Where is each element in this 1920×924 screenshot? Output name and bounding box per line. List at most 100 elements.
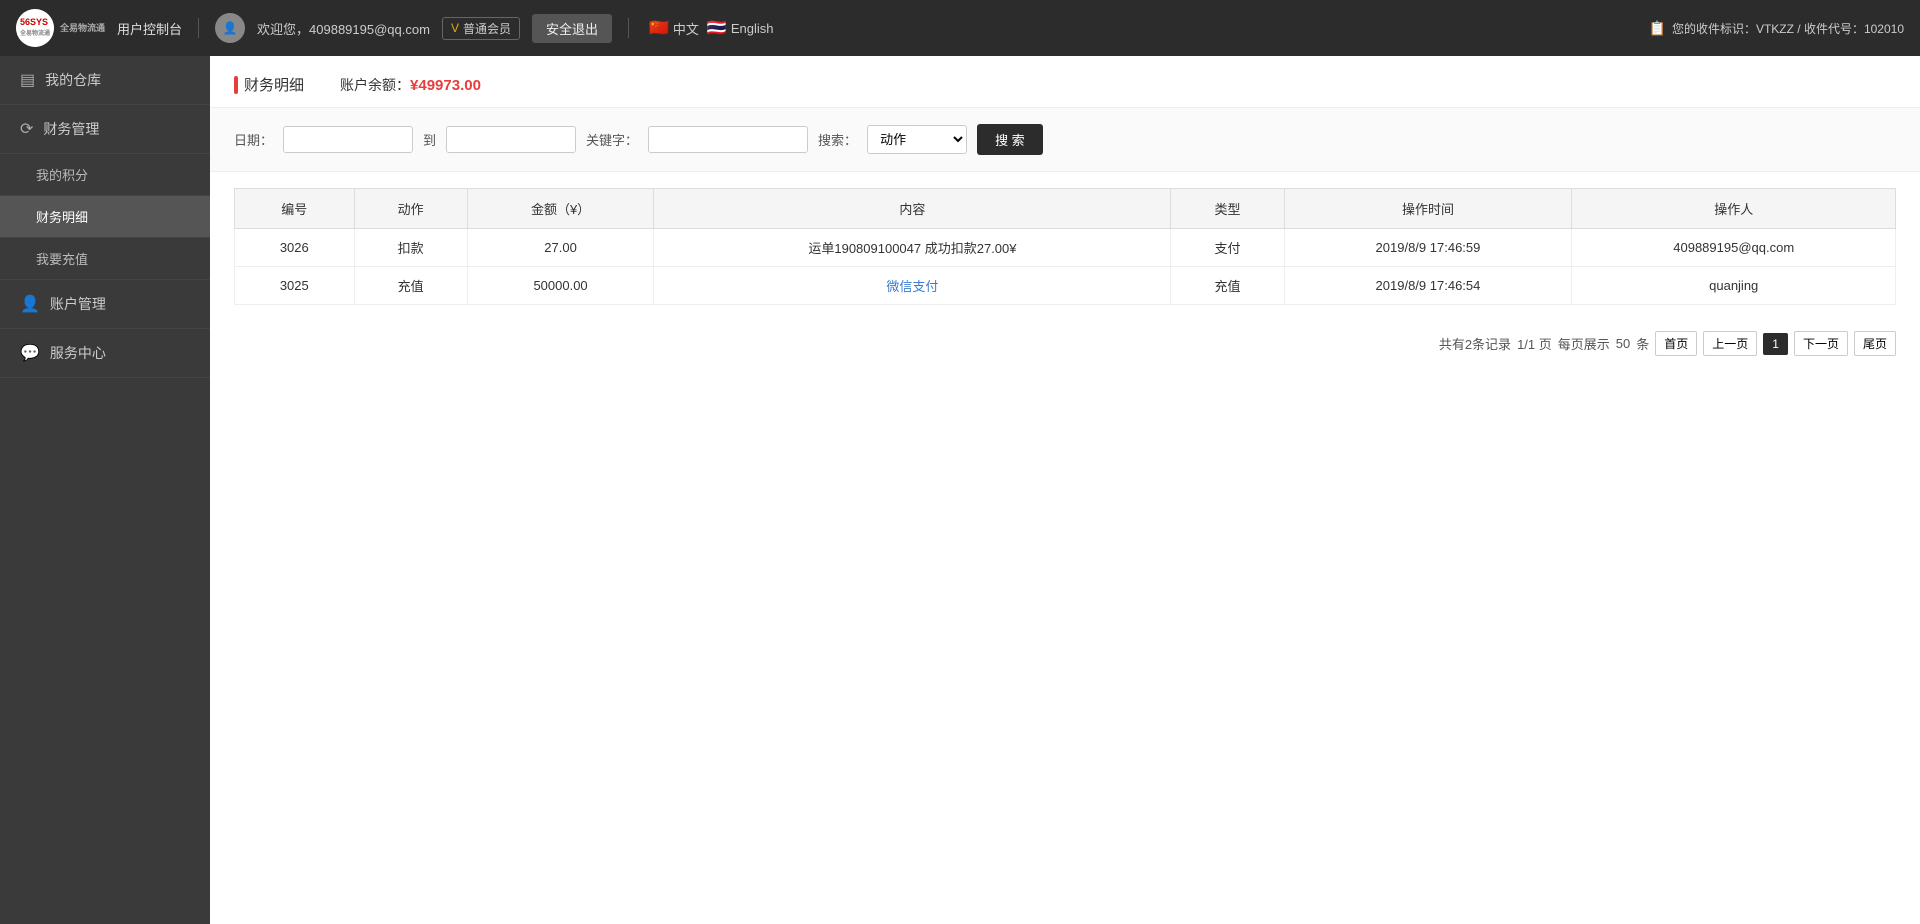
table-row: 3026扣款27.00运单190809100047 成功扣款27.00¥支付20… [235,229,1896,267]
col-operator: 操作人 [1572,189,1896,229]
cell-type: 支付 [1171,229,1284,267]
sidebar-item-warehouse[interactable]: ▤ 我的仓库 [0,56,210,105]
sidebar-finance-label: 财务管理 [43,119,99,139]
current-page-button[interactable]: 1 [1763,333,1788,355]
total-records: 共有2条记录 [1439,334,1511,353]
svg-text:全易物流通: 全易物流通 [19,29,50,37]
sidebar-item-finance-detail[interactable]: 财务明细 [0,196,210,238]
col-content: 内容 [654,189,1171,229]
layout: ▤ 我的仓库 ⟳ 财务管理 我的积分 财务明细 我要充值 👤 账户管理 💬 服务… [0,56,1920,924]
control-label: 用户控制台 [117,19,182,38]
sidebar-service-label: 服务中心 [50,343,106,363]
cell-amount: 27.00 [467,229,654,267]
finance-table: 编号 动作 金额（¥） 内容 类型 操作时间 操作人 3026扣款27.00运单… [234,188,1896,305]
prev-page-button[interactable]: 上一页 [1703,331,1757,356]
col-type: 类型 [1171,189,1284,229]
cell-time: 2019/8/9 17:46:54 [1284,267,1572,305]
identifier-icon: 📋 [1649,20,1666,37]
col-amount: 金额（¥） [467,189,654,229]
date-from-input[interactable] [283,126,413,153]
sidebar-recharge-label: 我要充值 [36,249,88,268]
next-page-button[interactable]: 下一页 [1794,331,1848,356]
logo-tagline: 全易物流通 [60,23,105,34]
divider-1 [198,18,199,38]
per-page-value: 50 [1616,336,1630,351]
logout-button[interactable]: 安全退出 [532,14,612,43]
page-title: 财务明细 [244,74,304,95]
cell-action: 扣款 [354,229,467,267]
cell-id: 3025 [235,267,355,305]
table-row: 3025充值50000.00微信支付充值2019/8/9 17:46:54qua… [235,267,1896,305]
search-bar: 日期： 到 关键字： 搜索： 动作 充值 支付 搜 索 [210,108,1920,172]
account-balance: 账户余额：¥49973.00 [340,75,481,95]
col-action: 动作 [354,189,467,229]
cell-content: 运单190809100047 成功扣款27.00¥ [654,229,1171,267]
search-category-label: 搜索： [818,130,857,149]
logo-icon: 56SYS 全易物流通 [16,9,54,47]
sidebar-item-service[interactable]: 💬 服务中心 [0,329,210,378]
vip-icon: V [451,21,459,35]
table-container: 编号 动作 金额（¥） 内容 类型 操作时间 操作人 3026扣款27.00运单… [210,172,1920,321]
per-page-label: 每页展示 [1558,334,1610,353]
cell-id: 3026 [235,229,355,267]
cell-time: 2019/8/9 17:46:59 [1284,229,1572,267]
sidebar-item-points[interactable]: 我的积分 [0,154,210,196]
sidebar-warehouse-label: 我的仓库 [45,70,101,90]
cell-action: 充值 [354,267,467,305]
vip-label: 普通会员 [463,20,511,37]
svg-text:56SYS: 56SYS [20,17,48,27]
account-icon: 👤 [20,294,40,314]
welcome-text: 欢迎您，409889195@qq.com [257,19,430,38]
balance-label: 账户余额： [340,77,410,93]
keyword-label: 关键字： [586,130,638,149]
first-page-button[interactable]: 首页 [1655,331,1697,356]
divider-2 [628,18,629,38]
col-time: 操作时间 [1284,189,1572,229]
search-button[interactable]: 搜 索 [977,124,1043,155]
service-icon: 💬 [20,343,40,363]
logo-text: 全易物流通 [60,23,105,34]
main-content: 财务明细 账户余额：¥49973.00 日期： 到 关键字： 搜索： 动作 充值… [210,56,1920,924]
page-title-group: 财务明细 [234,74,304,95]
sidebar-finance-detail-label: 财务明细 [36,207,88,226]
pagination: 共有2条记录 1/1 页 每页展示 50 条 首页 上一页 1 下一页 尾页 [210,321,1920,366]
col-id: 编号 [235,189,355,229]
flag-cn: 🇨🇳 [649,18,669,38]
sidebar-item-finance[interactable]: ⟳ 财务管理 [0,105,210,154]
date-to-input[interactable] [446,126,576,153]
warehouse-icon: ▤ [20,70,35,90]
cell-content[interactable]: 微信支付 [654,267,1171,305]
cell-amount: 50000.00 [467,267,654,305]
language-group: 🇨🇳 中文 🇹🇭 English [649,18,774,38]
header-identifier: 📋 您的收件标识：VTKZZ / 收件代号：102010 [1649,20,1904,37]
header: 56SYS 全易物流通 全易物流通 用户控制台 👤 欢迎您，409889195@… [0,0,1920,56]
page-info: 1/1 页 [1517,334,1552,353]
flag-th: 🇹🇭 [707,18,727,38]
cell-operator: 409889195@qq.com [1572,229,1896,267]
sidebar-points-label: 我的积分 [36,165,88,184]
keyword-input[interactable] [648,126,808,153]
sidebar-item-recharge[interactable]: 我要充值 [0,238,210,280]
per-page-unit: 条 [1636,334,1649,353]
action-select[interactable]: 动作 充值 支付 [867,125,967,154]
lang-en[interactable]: 🇹🇭 English [707,18,774,38]
title-bar-decoration [234,76,238,94]
page-header: 财务明细 账户余额：¥49973.00 [210,56,1920,108]
last-page-button[interactable]: 尾页 [1854,331,1896,356]
finance-icon: ⟳ [20,119,33,139]
balance-value: ¥49973.00 [410,77,481,94]
date-label: 日期： [234,130,273,149]
lang-en-label: English [731,21,774,36]
logo: 56SYS 全易物流通 全易物流通 [16,9,105,47]
avatar: 👤 [215,13,245,43]
lang-zh-label: 中文 [673,19,699,38]
sidebar: ▤ 我的仓库 ⟳ 财务管理 我的积分 财务明细 我要充值 👤 账户管理 💬 服务… [0,56,210,924]
vip-badge: V 普通会员 [442,17,520,40]
date-to-label: 到 [423,130,436,149]
cell-type: 充值 [1171,267,1284,305]
cell-operator: quanjing [1572,267,1896,305]
identifier-text: 您的收件标识：VTKZZ / 收件代号：102010 [1672,20,1904,37]
lang-zh[interactable]: 🇨🇳 中文 [649,18,699,38]
sidebar-account-label: 账户管理 [50,294,106,314]
sidebar-item-account[interactable]: 👤 账户管理 [0,280,210,329]
